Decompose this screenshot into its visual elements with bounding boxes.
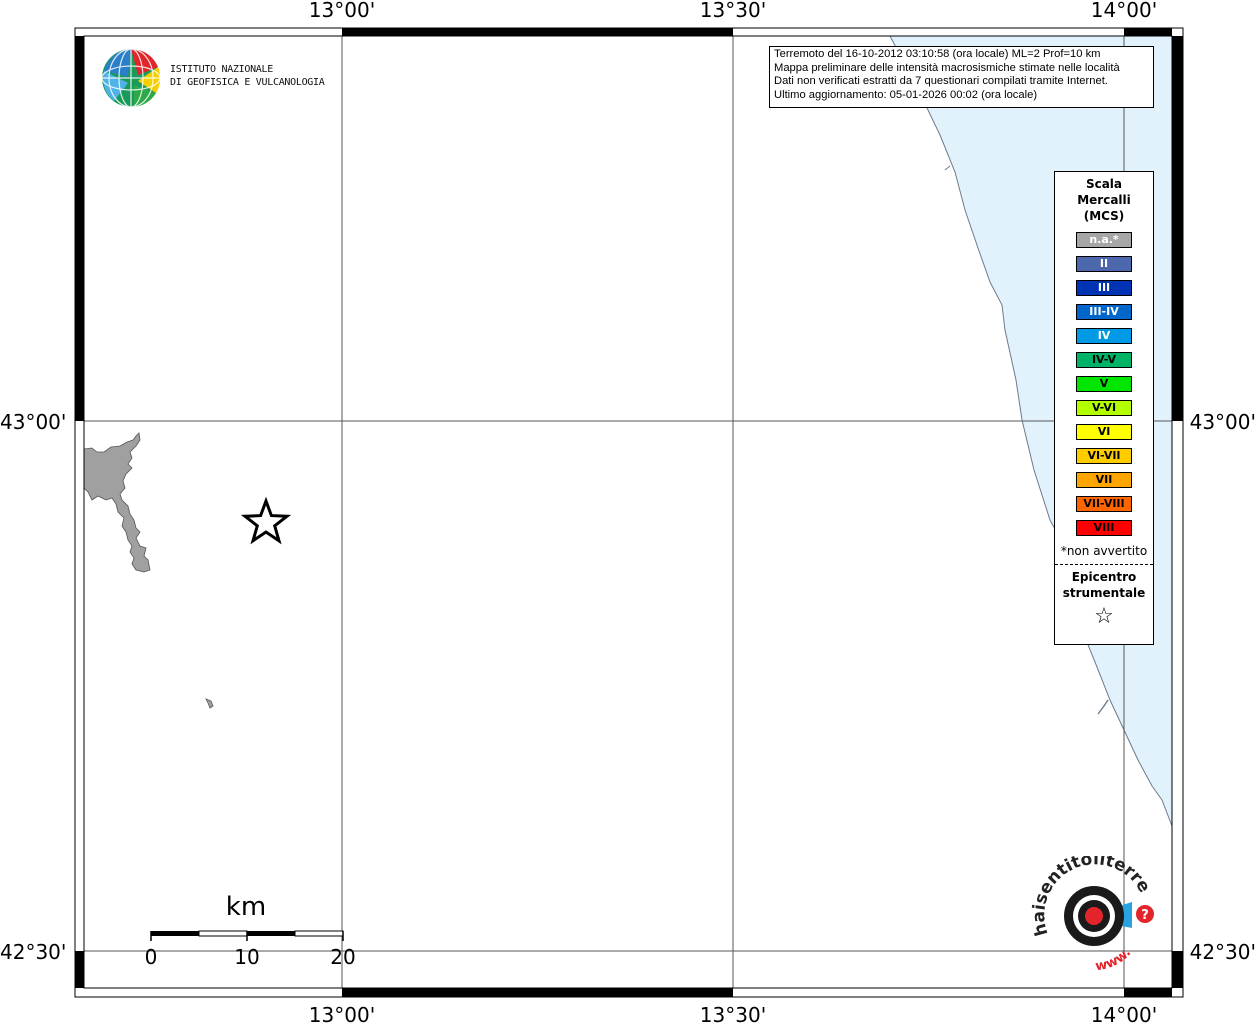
legend-item-vii: VII xyxy=(1076,472,1132,488)
svg-text:www.: www. xyxy=(1094,945,1134,974)
svg-text:?: ? xyxy=(1141,908,1149,923)
lon-tick-bottom-2: 13°30' xyxy=(700,1003,766,1024)
coast-detail xyxy=(1097,699,1109,715)
legend-star-icon: ☆ xyxy=(1094,604,1114,629)
lon-tick-top-2: 13°30' xyxy=(700,0,766,22)
lon-tick-top-1: 13°00' xyxy=(309,0,375,22)
lon-tick-top-3: 14°00' xyxy=(1091,0,1157,22)
legend-item-n-a: n.a.* xyxy=(1076,232,1132,248)
hsit-www-text: www. xyxy=(1094,945,1134,974)
ingv-name-line-2: DI GEOFISICA E VULCANOLOGIA xyxy=(170,77,325,88)
legend-title-line-2: Mercalli xyxy=(1077,193,1131,207)
legend-item-v: V xyxy=(1076,376,1132,392)
lat-tick-right-2: 42°30' xyxy=(1190,940,1256,964)
event-info-line-1: Terremoto del 16-10-2012 03:10:58 (ora l… xyxy=(774,48,1101,60)
scale-label-20: 20 xyxy=(330,945,355,969)
lon-tick-bottom-1: 13°00' xyxy=(309,1003,375,1024)
legend-item-viii: VIII xyxy=(1076,520,1132,536)
legend-title-line-1: Scala xyxy=(1085,177,1123,191)
ingv-name-line-1: ISTITUTO NAZIONALE xyxy=(170,64,273,75)
legend-item-iii-iv: III-IV xyxy=(1076,304,1132,320)
coast-detail xyxy=(944,165,951,171)
legend-note: *non avvertito xyxy=(1060,544,1148,558)
legend-item-vi-vii: VI-VII xyxy=(1076,448,1132,464)
legend-item-vi: VI xyxy=(1076,424,1132,440)
legend-epicentre-line-1: Epicentro xyxy=(1071,570,1137,584)
legend-epicentre-line-2: strumentale xyxy=(1062,586,1146,600)
lat-tick-left-1: 43°00' xyxy=(0,410,66,434)
lon-tick-bottom-3: 14°00' xyxy=(1091,1003,1157,1024)
event-info-line-3: Dati non verificati estratti da 7 questi… xyxy=(774,75,1108,87)
event-info-box: Terremoto del 16-10-2012 03:10:58 (ora l… xyxy=(769,46,1154,108)
scale-label-0: 0 xyxy=(145,945,158,969)
scale-unit-label: km xyxy=(226,892,266,922)
ingv-logo: ISTITUTO NAZIONALE DI GEOFISICA E VULCAN… xyxy=(100,47,330,111)
lake-patch xyxy=(83,432,151,573)
legend-items: n.a.* II III III-IV IV IV-V V V-VI VI VI-VII VII VI… xyxy=(1055,232,1153,536)
lat-tick-left-2: 42°30' xyxy=(0,940,66,964)
hsit-logo: haisentitoilterremoto.it www. ? xyxy=(1021,841,1160,986)
legend-item-iv-v: IV-V xyxy=(1076,352,1132,368)
legend-title-line-3: (MCS) xyxy=(1083,209,1125,223)
legend-item-iii: III xyxy=(1076,280,1132,296)
mcs-legend: Scala Mercalli (MCS) n.a.* II III III-IV IV I… xyxy=(1054,171,1154,645)
legend-item-iv: IV xyxy=(1076,328,1132,344)
legend-title: Scala Mercalli (MCS) xyxy=(1055,176,1153,224)
ingv-globe-icon xyxy=(101,48,161,108)
event-info-line-2: Mappa preliminare delle intensità macros… xyxy=(774,61,1120,74)
legend-item-v-vi: V-VI xyxy=(1076,400,1132,416)
legend-item-vii-viii: VII-VIII xyxy=(1076,496,1132,512)
legend-item-ii: II xyxy=(1076,256,1132,272)
island-patch xyxy=(205,698,214,709)
legend-separator xyxy=(1055,564,1153,565)
legend-epicentre-label: Epicentro strumentale xyxy=(1055,569,1153,601)
scale-bar: km 0 10 20 xyxy=(145,892,356,969)
hsit-emblem-icon: haisentitoilterremoto.it www. ? xyxy=(1021,841,1154,974)
event-info-line-4: Ultimo aggiornamento: 05-01-2026 00:02 (… xyxy=(774,88,1038,101)
scale-label-10: 10 xyxy=(234,945,259,969)
epicentre-star-icon xyxy=(240,496,292,545)
ingv-name: ISTITUTO NAZIONALE DI GEOFISICA E VULCAN… xyxy=(170,63,325,89)
lat-tick-right-1: 43°00' xyxy=(1190,410,1256,434)
